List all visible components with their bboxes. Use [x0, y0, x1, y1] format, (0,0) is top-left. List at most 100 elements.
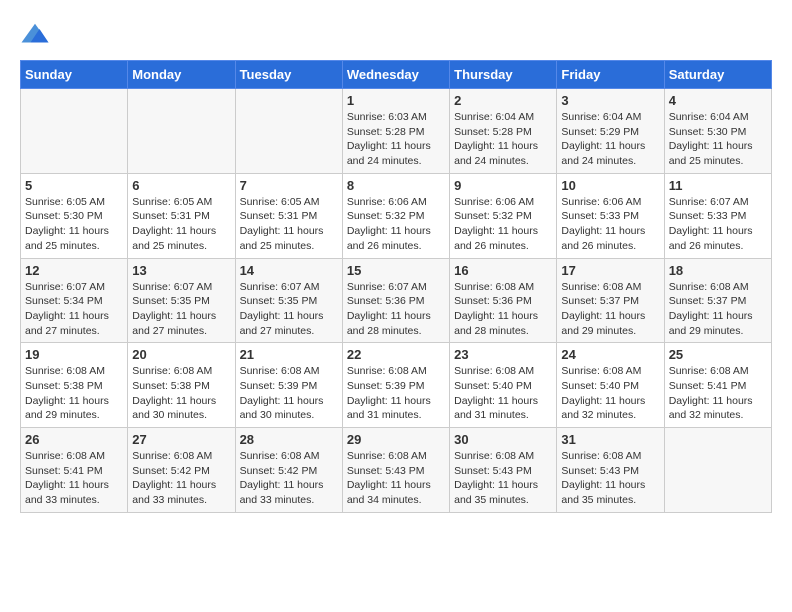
day-cell: 31 Sunrise: 6:08 AM Sunset: 5:43 PM Dayli… [557, 428, 664, 513]
day-info: Sunrise: 6:04 AM Sunset: 5:29 PM Dayligh… [561, 110, 659, 169]
day-number: 12 [25, 263, 123, 278]
weekday-header-saturday: Saturday [664, 61, 771, 89]
week-row-2: 5 Sunrise: 6:05 AM Sunset: 5:30 PM Daylig… [21, 173, 772, 258]
logo-icon [20, 20, 50, 50]
weekday-header-sunday: Sunday [21, 61, 128, 89]
week-row-1: 1Sunrise: 6:03 AM Sunset: 5:28 PM Daylig… [21, 89, 772, 174]
weekday-header-tuesday: Tuesday [235, 61, 342, 89]
day-cell: 26 Sunrise: 6:08 AM Sunset: 5:41 PM Dayli… [21, 428, 128, 513]
day-number: 2 [454, 93, 552, 108]
day-info: Sunrise: 6:05 AM Sunset: 5:31 PM Dayligh… [132, 195, 230, 254]
day-cell: 23 Sunrise: 6:08 AM Sunset: 5:40 PM Dayli… [450, 343, 557, 428]
day-cell: 1Sunrise: 6:03 AM Sunset: 5:28 PM Daylig… [342, 89, 449, 174]
day-number: 8 [347, 178, 445, 193]
day-number: 13 [132, 263, 230, 278]
day-info: Sunrise: 6:03 AM Sunset: 5:28 PM Dayligh… [347, 110, 445, 169]
day-cell: 24 Sunrise: 6:08 AM Sunset: 5:40 PM Dayli… [557, 343, 664, 428]
day-number: 29 [347, 432, 445, 447]
day-cell: 10 Sunrise: 6:06 AM Sunset: 5:33 PM Dayli… [557, 173, 664, 258]
day-info: Sunrise: 6:08 AM Sunset: 5:42 PM Dayligh… [132, 449, 230, 508]
day-info: Sunrise: 6:05 AM Sunset: 5:30 PM Dayligh… [25, 195, 123, 254]
day-info: Sunrise: 6:08 AM Sunset: 5:43 PM Dayligh… [561, 449, 659, 508]
day-number: 10 [561, 178, 659, 193]
week-row-5: 26 Sunrise: 6:08 AM Sunset: 5:41 PM Dayli… [21, 428, 772, 513]
day-number: 25 [669, 347, 767, 362]
day-info: Sunrise: 6:08 AM Sunset: 5:37 PM Dayligh… [561, 280, 659, 339]
day-cell: 28 Sunrise: 6:08 AM Sunset: 5:42 PM Dayli… [235, 428, 342, 513]
day-number: 17 [561, 263, 659, 278]
day-cell: 6 Sunrise: 6:05 AM Sunset: 5:31 PM Daylig… [128, 173, 235, 258]
day-info: Sunrise: 6:08 AM Sunset: 5:42 PM Dayligh… [240, 449, 338, 508]
logo [20, 20, 54, 50]
day-cell: 21Sunrise: 6:08 AM Sunset: 5:39 PM Dayli… [235, 343, 342, 428]
day-info: Sunrise: 6:06 AM Sunset: 5:32 PM Dayligh… [347, 195, 445, 254]
day-cell: 9Sunrise: 6:06 AM Sunset: 5:32 PM Daylig… [450, 173, 557, 258]
day-info: Sunrise: 6:08 AM Sunset: 5:41 PM Dayligh… [669, 364, 767, 423]
day-cell: 5 Sunrise: 6:05 AM Sunset: 5:30 PM Daylig… [21, 173, 128, 258]
day-number: 31 [561, 432, 659, 447]
day-info: Sunrise: 6:07 AM Sunset: 5:35 PM Dayligh… [132, 280, 230, 339]
day-cell: 19Sunrise: 6:08 AM Sunset: 5:38 PM Dayli… [21, 343, 128, 428]
day-cell: 4 Sunrise: 6:04 AM Sunset: 5:30 PM Daylig… [664, 89, 771, 174]
day-cell: 18 Sunrise: 6:08 AM Sunset: 5:37 PM Dayli… [664, 258, 771, 343]
day-cell [235, 89, 342, 174]
day-info: Sunrise: 6:07 AM Sunset: 5:36 PM Dayligh… [347, 280, 445, 339]
day-cell: 25 Sunrise: 6:08 AM Sunset: 5:41 PM Dayli… [664, 343, 771, 428]
day-number: 26 [25, 432, 123, 447]
day-number: 20 [132, 347, 230, 362]
day-cell: 8 Sunrise: 6:06 AM Sunset: 5:32 PM Daylig… [342, 173, 449, 258]
day-cell: 11 Sunrise: 6:07 AM Sunset: 5:33 PM Dayli… [664, 173, 771, 258]
day-number: 28 [240, 432, 338, 447]
day-info: Sunrise: 6:08 AM Sunset: 5:41 PM Dayligh… [25, 449, 123, 508]
day-number: 7 [240, 178, 338, 193]
day-number: 27 [132, 432, 230, 447]
day-number: 5 [25, 178, 123, 193]
day-number: 18 [669, 263, 767, 278]
day-number: 3 [561, 93, 659, 108]
day-number: 16 [454, 263, 552, 278]
day-number: 19 [25, 347, 123, 362]
day-info: Sunrise: 6:08 AM Sunset: 5:38 PM Dayligh… [132, 364, 230, 423]
day-cell [128, 89, 235, 174]
day-info: Sunrise: 6:06 AM Sunset: 5:33 PM Dayligh… [561, 195, 659, 254]
day-cell: 2 Sunrise: 6:04 AM Sunset: 5:28 PM Daylig… [450, 89, 557, 174]
day-info: Sunrise: 6:04 AM Sunset: 5:30 PM Dayligh… [669, 110, 767, 169]
day-info: Sunrise: 6:07 AM Sunset: 5:35 PM Dayligh… [240, 280, 338, 339]
weekday-header-thursday: Thursday [450, 61, 557, 89]
day-info: Sunrise: 6:05 AM Sunset: 5:31 PM Dayligh… [240, 195, 338, 254]
day-number: 22 [347, 347, 445, 362]
day-number: 9 [454, 178, 552, 193]
day-cell: 14 Sunrise: 6:07 AM Sunset: 5:35 PM Dayli… [235, 258, 342, 343]
weekday-header-wednesday: Wednesday [342, 61, 449, 89]
day-info: Sunrise: 6:08 AM Sunset: 5:37 PM Dayligh… [669, 280, 767, 339]
day-number: 23 [454, 347, 552, 362]
day-cell: 15 Sunrise: 6:07 AM Sunset: 5:36 PM Dayli… [342, 258, 449, 343]
day-number: 4 [669, 93, 767, 108]
day-cell: 7 Sunrise: 6:05 AM Sunset: 5:31 PM Daylig… [235, 173, 342, 258]
day-cell: 3 Sunrise: 6:04 AM Sunset: 5:29 PM Daylig… [557, 89, 664, 174]
day-info: Sunrise: 6:08 AM Sunset: 5:40 PM Dayligh… [454, 364, 552, 423]
week-row-4: 19 Sunrise: 6:08 AM Sunset: 5:38 PM Dayli… [21, 343, 772, 428]
day-cell: 16 Sunrise: 6:08 AM Sunset: 5:36 PM Dayli… [450, 258, 557, 343]
day-cell: 22 Sunrise: 6:08 AM Sunset: 5:39 PM Dayli… [342, 343, 449, 428]
day-info: Sunrise: 6:08 AM Sunset: 5:36 PM Dayligh… [454, 280, 552, 339]
day-number: 15 [347, 263, 445, 278]
day-cell: 20 Sunrise: 6:08 AM Sunset: 5:38 PM Dayli… [128, 343, 235, 428]
day-info: Sunrise: 6:08 AM Sunset: 5:39 PM Dayligh… [347, 364, 445, 423]
day-number: 24 [561, 347, 659, 362]
day-info: Sunrise: 6:08 AM Sunset: 5:40 PM Dayligh… [561, 364, 659, 423]
day-cell: 30Sunrise: 6:08 AM Sunset: 5:43 PM Dayli… [450, 428, 557, 513]
day-number: 14 [240, 263, 338, 278]
day-number: 21 [240, 347, 338, 362]
day-number: 11 [669, 178, 767, 193]
day-info: Sunrise: 6:08 AM Sunset: 5:43 PM Dayligh… [347, 449, 445, 508]
day-number: 6 [132, 178, 230, 193]
day-cell: 12Sunrise: 6:07 AM Sunset: 5:34 PM Dayli… [21, 258, 128, 343]
day-cell: 29 Sunrise: 6:08 AM Sunset: 5:43 PM Dayli… [342, 428, 449, 513]
day-info: Sunrise: 6:04 AM Sunset: 5:28 PM Dayligh… [454, 110, 552, 169]
day-cell [664, 428, 771, 513]
calendar-table: SundayMondayTuesdayWednesdayThursdayFrid… [20, 60, 772, 513]
day-info: Sunrise: 6:07 AM Sunset: 5:33 PM Dayligh… [669, 195, 767, 254]
day-cell [21, 89, 128, 174]
weekday-header-row: SundayMondayTuesdayWednesdayThursdayFrid… [21, 61, 772, 89]
